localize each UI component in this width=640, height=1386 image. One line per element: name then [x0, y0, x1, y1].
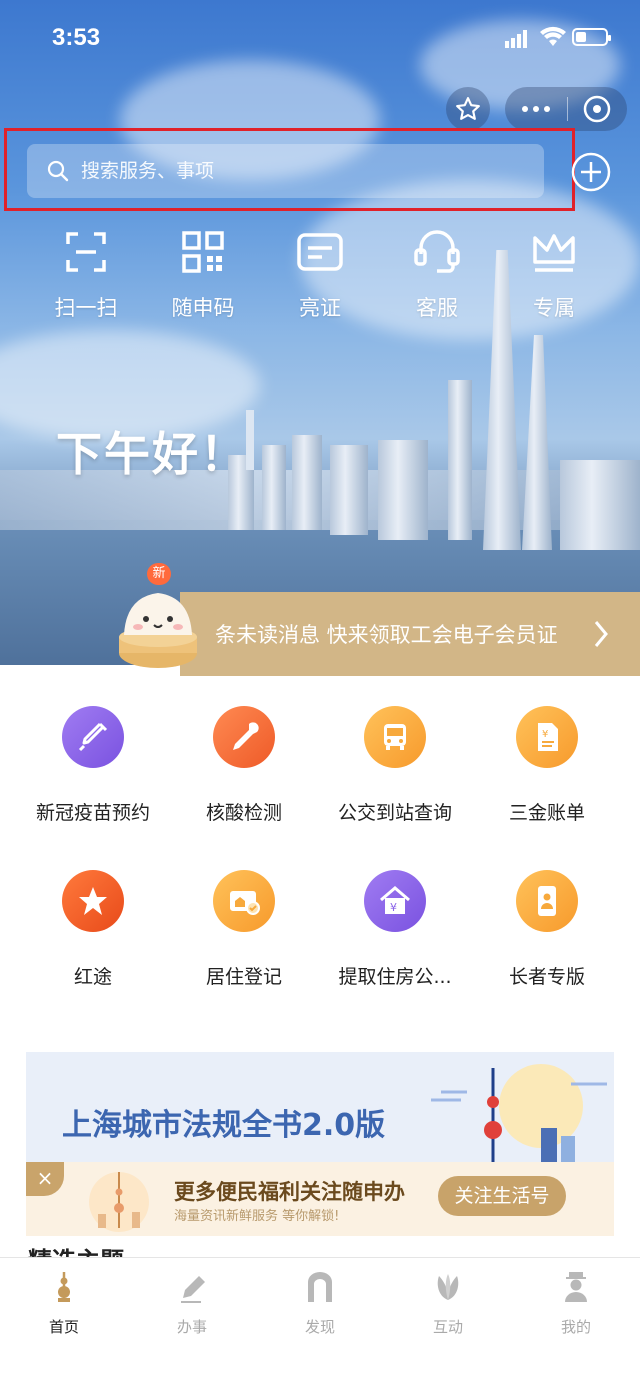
quick-action-label: 扫一扫 — [54, 296, 118, 320]
building — [330, 445, 368, 535]
tab-label: 发现 — [304, 1318, 335, 1336]
building — [448, 380, 472, 540]
tab-affairs[interactable]: 办事 — [128, 1270, 256, 1337]
notice-bar[interactable]: 条未读消息 快来领取工会电子会员证 — [180, 592, 640, 676]
service-elderly-edition[interactable]: 长者专版 — [472, 870, 622, 989]
service-label: 三金账单 — [508, 802, 585, 824]
search-input[interactable] — [79, 159, 483, 183]
elderly-phone-icon — [516, 870, 578, 932]
red-star-icon — [62, 870, 124, 932]
service-three-funds-bill[interactable]: ¥ 三金账单 — [472, 706, 622, 825]
wifi-icon — [540, 26, 566, 46]
search-bar[interactable] — [27, 144, 544, 198]
more-button[interactable] — [505, 106, 567, 112]
quick-action-customer-service[interactable]: 客服 — [387, 230, 487, 322]
follow-promo: × 更多便民福利关注随申办 海量资讯新鲜服务 等你解锁! 关注生活号 — [26, 1162, 614, 1236]
service-vaccine-booking[interactable]: 新冠疫苗预约 — [18, 706, 168, 825]
home-tower-icon — [58, 1272, 70, 1302]
syringe-icon — [62, 706, 124, 768]
quick-action-id-card[interactable]: 亮证 — [270, 230, 370, 322]
qr-code-icon — [182, 231, 224, 273]
quick-action-scan[interactable]: 扫一扫 — [36, 230, 136, 322]
quick-action-qr-code[interactable]: 随申码 — [153, 230, 253, 322]
headset-icon — [414, 230, 460, 273]
service-red-route[interactable]: 红途 — [18, 870, 168, 989]
quick-action-label: 专属 — [533, 296, 575, 320]
shanghai-skyline-illustration — [431, 1064, 607, 1162]
close-button[interactable] — [568, 95, 626, 123]
follow-title: 更多便民福利关注随申办 — [174, 1180, 405, 1204]
svg-text:¥: ¥ — [390, 901, 397, 914]
pipette-icon — [213, 706, 275, 768]
service-label: 公交到站查询 — [337, 802, 452, 824]
section-title: 精选主题 — [28, 1244, 124, 1258]
svg-text:¥: ¥ — [542, 729, 548, 740]
residence-card-icon — [213, 870, 275, 932]
quick-action-label: 客服 — [416, 296, 458, 320]
star-icon — [456, 97, 480, 120]
status-time: 3:53 — [52, 24, 101, 51]
cellular-signal-icon — [505, 30, 527, 48]
bottom-tab-bar: 首页 办事 发现 互动 我的 — [0, 1257, 640, 1386]
follow-life-account-button[interactable]: 关注生活号 — [438, 1176, 566, 1216]
xiaolongbao-mascot-icon — [119, 593, 197, 668]
close-promo-button[interactable]: × — [26, 1162, 64, 1196]
tab-discover[interactable]: 发现 — [256, 1270, 384, 1337]
quick-action-label: 亮证 — [299, 296, 341, 320]
service-bus-arrival[interactable]: 公交到站查询 — [320, 706, 470, 825]
close-circle-icon — [583, 95, 611, 123]
tab-interact[interactable]: 互动 — [384, 1270, 512, 1337]
battery-icon — [572, 28, 611, 46]
building — [262, 445, 286, 530]
id-card-icon — [297, 233, 343, 271]
service-label: 长者专版 — [508, 966, 585, 988]
building — [378, 440, 428, 540]
pen-icon — [181, 1276, 205, 1303]
bill-icon: ¥ — [516, 706, 578, 768]
service-label: 提取住房公... — [338, 966, 452, 988]
service-label: 新冠疫苗预约 — [35, 802, 150, 824]
tab-mine[interactable]: 我的 — [512, 1270, 640, 1337]
search-icon — [47, 160, 69, 182]
service-residence-registration[interactable]: 居住登记 — [169, 870, 319, 989]
person-icon — [565, 1272, 587, 1302]
house-fund-icon: ¥ — [364, 870, 426, 932]
magnolia-icon — [437, 1274, 459, 1300]
service-label: 核酸检测 — [205, 802, 282, 824]
new-badge: 新 — [147, 563, 171, 585]
add-circle-icon[interactable] — [570, 151, 612, 193]
banner-title: 上海城市法规全书2.0版 — [62, 1108, 386, 1143]
building — [560, 460, 640, 550]
building — [292, 435, 322, 530]
service-nucleic-test[interactable]: 核酸检测 — [169, 706, 319, 825]
tab-label: 办事 — [176, 1318, 207, 1336]
quick-action-exclusive[interactable]: 专属 — [504, 230, 604, 322]
service-housing-fund[interactable]: ¥ 提取住房公... — [320, 870, 470, 989]
crown-icon — [533, 234, 575, 272]
quick-action-label: 随申码 — [171, 296, 235, 320]
favorite-star-button[interactable] — [446, 87, 490, 131]
tab-label: 首页 — [48, 1318, 79, 1336]
tab-label: 我的 — [560, 1318, 591, 1336]
service-label: 居住登记 — [205, 966, 282, 988]
status-bar: 3:53 — [0, 0, 640, 80]
tab-label: 互动 — [432, 1318, 463, 1336]
tab-home[interactable]: 首页 — [0, 1270, 128, 1337]
follow-subtitle: 海量资讯新鲜服务 等你解锁! — [174, 1209, 340, 1224]
scan-icon — [66, 232, 106, 272]
swfc-tower — [522, 335, 552, 550]
gate-icon — [308, 1272, 332, 1302]
service-label: 红途 — [73, 966, 112, 988]
notice-text: 条未读消息 快来领取工会电子会员证 — [215, 623, 558, 647]
chevron-right-icon — [594, 621, 608, 647]
pearl-tower-illustration — [89, 1172, 149, 1232]
promo-banner[interactable]: 上海城市法规全书2.0版 × 更多便民福利关注随申办 海量资讯新鲜服务 等你解锁… — [26, 1052, 614, 1236]
greeting-text: 下午好！ — [56, 427, 248, 481]
bus-icon — [364, 706, 426, 768]
mini-program-capsule — [505, 87, 627, 131]
